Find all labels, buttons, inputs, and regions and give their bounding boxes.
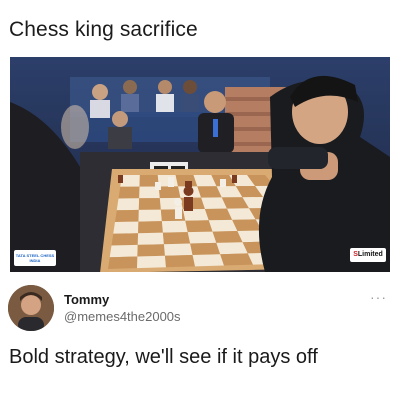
board-square (115, 209, 139, 222)
meme-caption: Chess king sacrifice (9, 18, 198, 41)
board-square (137, 232, 164, 245)
board-square (185, 220, 213, 233)
board-square (187, 231, 217, 244)
board-square (220, 253, 253, 266)
board-square (108, 256, 138, 269)
tata-steel-logo: TATA STEEL CHESS INDIA (14, 250, 56, 266)
sponsor-logo: SLimited (350, 248, 386, 262)
board-square (118, 186, 140, 199)
board-square (120, 175, 140, 187)
board-square (111, 233, 139, 246)
board-square (216, 242, 248, 255)
user-handle[interactable]: @memes4the2000s (64, 309, 181, 324)
username[interactable]: Tommy (64, 292, 109, 307)
sponsor-logo-text: Limited (357, 251, 383, 258)
board-square (113, 221, 139, 234)
board-square (138, 209, 162, 222)
board-square (116, 198, 140, 211)
board-square (192, 254, 224, 267)
board-square (161, 220, 188, 233)
board-square (164, 254, 195, 268)
board-square (158, 186, 181, 199)
chess-photo: TATA STEEL CHESS INDIA SLimited (10, 57, 390, 272)
more-options-icon[interactable]: ··· (370, 289, 387, 305)
board-square (212, 231, 243, 243)
board-square (137, 255, 166, 269)
tweet: Tommy @memes4the2000s ··· Bold strategy,… (0, 283, 400, 400)
avatar[interactable] (8, 285, 54, 331)
board-square (109, 244, 138, 258)
board-square (190, 242, 221, 255)
board-square (138, 221, 163, 234)
board-square (162, 232, 191, 245)
board-square (138, 198, 161, 210)
board-square (137, 244, 165, 257)
board-square (163, 243, 193, 256)
tweet-text: Bold strategy, we'll see if it pays off (9, 346, 318, 368)
